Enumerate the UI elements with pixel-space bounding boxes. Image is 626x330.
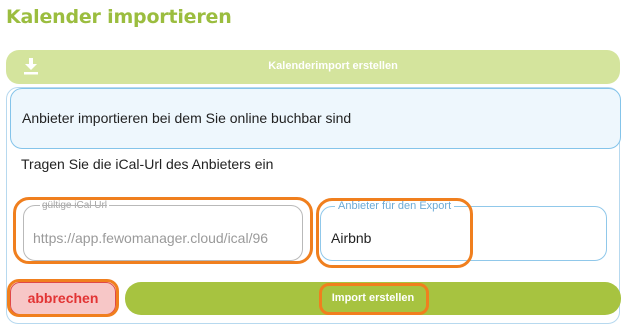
create-import-label: Kalenderimport erstellen: [268, 60, 398, 72]
create-import-bar[interactable]: Kalenderimport erstellen: [6, 50, 620, 84]
provider-info-text: Anbieter importieren bei dem Sie online …: [22, 110, 352, 126]
cancel-button[interactable]: abbrechen: [10, 282, 116, 315]
page-title: Kalender importieren: [6, 6, 232, 28]
export-provider-value[interactable]: Airbnb: [331, 230, 371, 246]
export-provider-label: Anbieter für den Export: [335, 200, 455, 212]
ical-url-label: gültige iCal Url: [40, 200, 110, 211]
create-import-button[interactable]: Import erstellen: [125, 282, 621, 315]
ical-hint-text: Tragen Sie die iCal-Url des Anbieters ei…: [21, 156, 274, 172]
ical-url-value[interactable]: https://app.fewomanager.cloud/ical/96: [33, 230, 295, 246]
